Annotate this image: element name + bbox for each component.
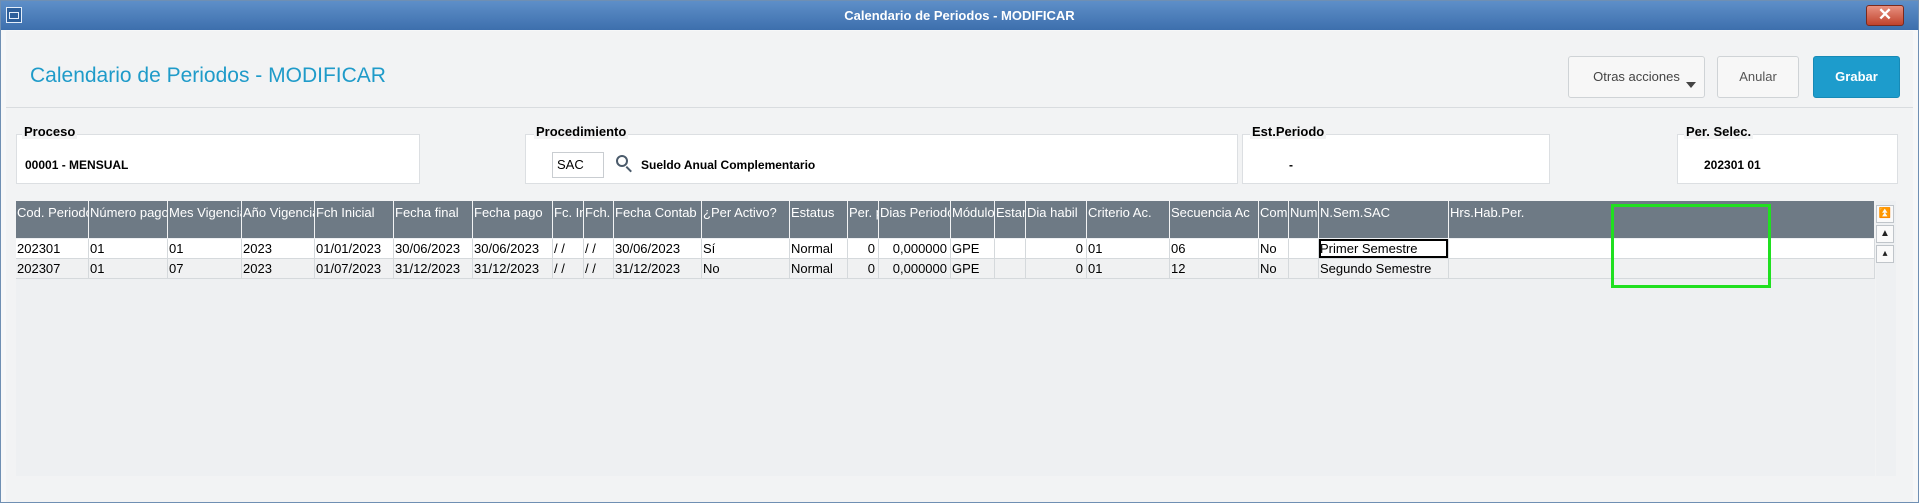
cell-num[interactable] [1289,259,1319,279]
more-actions-label: Otras acciones [1593,69,1680,84]
cell-fecha-final[interactable]: 31/12/2023 [394,259,473,279]
cell-modulo[interactable]: GPE [951,239,995,259]
scroll-top-button[interactable]: ⏫ [1876,205,1894,223]
cell-fecha-contab[interactable]: 30/06/2023 [614,239,702,259]
cell-fch-c[interactable]: / / [584,239,614,259]
table-row[interactable]: 202307 01 07 2023 01/07/2023 31/12/2023 31/12/… [16,259,1875,279]
procedimiento-label: Procedimiento [534,124,629,139]
column-header-dias-periodo[interactable]: Dias Periodo [879,201,951,238]
est-periodo-label: Est.Periodo [1250,124,1327,139]
cell-estan[interactable] [995,259,1026,279]
cell-per-activo[interactable]: No [702,259,790,279]
column-header-per-p[interactable]: Per. p [848,201,879,238]
cell-per-p[interactable]: 0 [848,259,879,279]
cell-comp[interactable]: No [1259,259,1289,279]
cell-fc-in[interactable]: / / [553,239,584,259]
per-selec-label: Per. Selec. [1684,124,1754,139]
grid-header: Cod. Periodo Número pago Mes Vigencia Año V… [16,201,1875,238]
column-header-fecha-pago[interactable]: Fecha pago [473,201,553,238]
column-header-dia-habil[interactable]: Dia habil [1026,201,1087,238]
cell-mes-vigencia[interactable]: 07 [168,259,242,279]
cell-mes-vigencia[interactable]: 01 [168,239,242,259]
column-header-mes-vigencia[interactable]: Mes Vigencia [168,201,242,238]
scroll-page-up-button[interactable]: ▲ [1876,225,1894,243]
cell-dias-periodo[interactable]: 0,000000 [879,259,951,279]
cell-modulo[interactable]: GPE [951,259,995,279]
cell-n-sem-sac[interactable]: Primer Semestre [1319,239,1449,259]
column-header-per-activo[interactable]: ¿Per Activo? [702,201,790,238]
cell-numero-pago[interactable]: 01 [89,239,168,259]
cell-fc-in[interactable]: / / [553,259,584,279]
column-header-fc-in[interactable]: Fc. In [553,201,584,238]
search-icon[interactable] [616,155,628,167]
page-title: Calendario de Periodos - MODIFICAR [30,64,386,87]
save-button[interactable]: Grabar [1813,56,1900,98]
cell-criterio-ac[interactable]: 01 [1087,259,1170,279]
cell-per-activo[interactable]: Sí [702,239,790,259]
column-header-fecha-final[interactable]: Fecha final [394,201,473,238]
cell-fch-c[interactable]: / / [584,259,614,279]
cell-anio-vigencia[interactable]: 2023 [242,239,315,259]
cell-fecha-contab[interactable]: 31/12/2023 [614,259,702,279]
column-header-n-sem-sac[interactable]: N.Sem.SAC [1319,201,1449,238]
more-actions-button[interactable]: Otras acciones [1568,56,1705,98]
chevron-down-icon [1686,82,1696,88]
column-header-criterio-ac[interactable]: Criterio Ac. [1087,201,1170,238]
client-area: Calendario de Periodos - MODIFICAR Otras… [6,31,1913,502]
grid-scrollbar[interactable]: ⏫ ▲ ▴ [1876,201,1896,476]
table-row[interactable]: 202301 01 01 2023 01/01/2023 30/06/2023 30/06/… [16,239,1875,259]
cell-anio-vigencia[interactable]: 2023 [242,259,315,279]
scroll-up-button[interactable]: ▴ [1876,245,1894,263]
n-sem-sac-highlight [1611,204,1771,288]
cell-n-sem-sac[interactable]: Segundo Semestre [1319,259,1449,279]
cell-estatus[interactable]: Normal [790,239,848,259]
cell-estan[interactable] [995,239,1026,259]
proceso-value: 00001 - MENSUAL [25,158,129,172]
column-header-cod-periodo[interactable]: Cod. Periodo [16,201,89,238]
cell-fecha-pago[interactable]: 30/06/2023 [473,239,553,259]
cell-secuencia-ac[interactable]: 06 [1170,239,1259,259]
cell-fch-inicial[interactable]: 01/07/2023 [315,259,394,279]
cell-per-p[interactable]: 0 [848,239,879,259]
column-header-modulo[interactable]: Módulo [951,201,995,238]
cell-dias-periodo[interactable]: 0,000000 [879,239,951,259]
est-periodo-value: - [1289,158,1293,172]
cell-num[interactable] [1289,239,1319,259]
cell-numero-pago[interactable]: 01 [89,259,168,279]
column-header-anio-vigencia[interactable]: Año Vigencia [242,201,315,238]
periods-grid: Cod. Periodo Número pago Mes Vigencia Año V… [16,201,1875,476]
cell-cod-periodo[interactable]: 202301 [16,239,89,259]
procedimiento-code-input[interactable]: SAC [552,152,604,178]
column-header-fecha-contab[interactable]: Fecha Contab [614,201,702,238]
column-header-num[interactable]: Num. [1289,201,1319,238]
close-button[interactable]: ✕ [1866,5,1904,26]
proceso-label: Proceso [22,124,78,139]
cell-dia-habil[interactable]: 0 [1026,239,1087,259]
column-header-estatus[interactable]: Estatus [790,201,848,238]
procedimiento-field [525,134,1238,184]
per-selec-value: 202301 01 [1704,158,1761,172]
title-bar: Calendario de Periodos - MODIFICAR ✕ [1,1,1918,30]
column-header-fch-c[interactable]: Fch. C [584,201,614,238]
cell-estatus[interactable]: Normal [790,259,848,279]
cell-cod-periodo[interactable]: 202307 [16,259,89,279]
app-window: Calendario de Periodos - MODIFICAR ✕ Cal… [0,0,1919,503]
window-title: Calendario de Periodos - MODIFICAR [844,8,1075,23]
page-header: Calendario de Periodos - MODIFICAR Otras… [6,31,1913,108]
column-header-fch-inicial[interactable]: Fch Inicial [315,201,394,238]
cell-comp[interactable]: No [1259,239,1289,259]
cancel-button[interactable]: Anular [1717,56,1799,98]
cell-secuencia-ac[interactable]: 12 [1170,259,1259,279]
column-header-estan[interactable]: Estan [995,201,1026,238]
column-header-comp[interactable]: Comp [1259,201,1289,238]
procedimiento-description: Sueldo Anual Complementario [641,158,816,172]
cell-fecha-pago[interactable]: 31/12/2023 [473,259,553,279]
cell-fecha-final[interactable]: 30/06/2023 [394,239,473,259]
cell-criterio-ac[interactable]: 01 [1087,239,1170,259]
column-header-numero-pago[interactable]: Número pago [89,201,168,238]
cell-dia-habil[interactable]: 0 [1026,259,1087,279]
column-header-secuencia-ac[interactable]: Secuencia Ac [1170,201,1259,238]
cell-fch-inicial[interactable]: 01/01/2023 [315,239,394,259]
